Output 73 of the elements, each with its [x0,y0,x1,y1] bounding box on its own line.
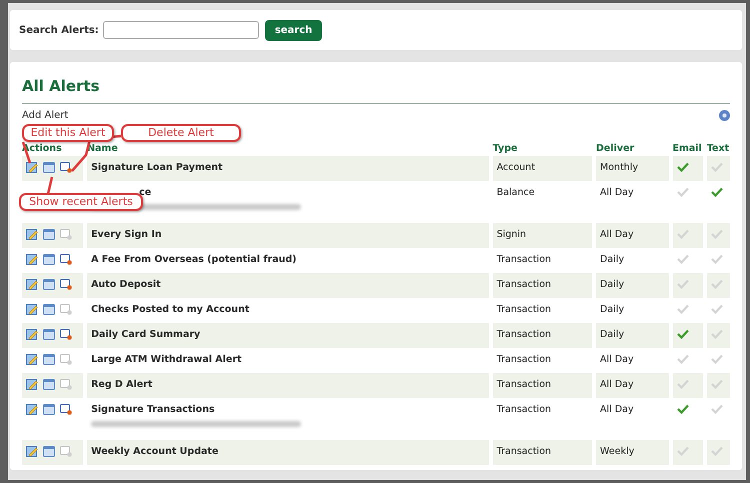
delete-icon[interactable] [60,329,72,340]
alert-name: Large ATM Withdrawal Alert [91,354,242,365]
table-cell: Daily [596,323,668,348]
table-cell-text: Transaction [496,303,552,317]
column-header: Email [672,142,702,154]
column-header: Type [492,142,518,154]
table-cell-text: All Day [599,403,635,417]
window-icon[interactable] [43,404,55,415]
window-icon[interactable] [43,229,55,240]
edit-icon[interactable] [26,279,38,290]
table-cell: Transaction [492,323,592,348]
table-cell-text: Transaction [496,253,552,267]
edit-icon[interactable] [26,254,38,265]
alert-name: Checks Posted to my Account [91,304,250,315]
edit-icon[interactable] [26,229,38,240]
table-cell: Transaction [492,273,592,298]
add-alert-link[interactable]: Add Alert [22,110,68,120]
table-cell: Transaction [492,373,592,398]
edit-icon[interactable] [26,304,38,315]
delete-icon[interactable] [60,162,72,173]
delete-icon[interactable] [60,404,72,415]
edit-icon[interactable] [26,379,38,390]
edit-icon[interactable] [26,329,38,340]
table-cell-text: Balance [496,186,536,200]
table-cell: Account [492,156,592,181]
alert-name: Every Sign In [91,229,162,240]
checkmark-icon[interactable] [676,404,688,414]
alert-name: Auto Deposit [91,279,161,290]
table-cell: All Day [596,223,668,248]
delete-icon[interactable] [60,254,72,265]
table-cell: Monthly [596,156,668,181]
edit-icon[interactable] [26,404,38,415]
table-cell: Transaction [492,440,592,465]
table-cell: Weekly [596,440,668,465]
search-label: Search Alerts: [19,24,99,36]
panel-title: All Alerts [22,76,101,97]
edit-icon[interactable] [26,446,38,457]
table-cell-text: All Day [599,186,635,200]
table-cell-text: All Day [599,353,635,367]
window-icon[interactable] [43,304,55,315]
checkmark-icon[interactable] [676,162,688,172]
table-cell: All Day [596,373,668,398]
callout: Edit this Alert [22,124,114,142]
window-icon[interactable] [43,354,55,365]
checkmark-icon[interactable] [676,329,688,339]
alert-name: Daily Card Summary [91,329,200,340]
alert-name: Signature Transactions [91,404,215,415]
window-icon[interactable] [43,446,55,457]
table-cell-text: Daily [599,253,626,267]
table-cell: Signin [492,223,592,248]
window-icon[interactable] [43,379,55,390]
table-cell-text: Daily [599,303,626,317]
window-icon[interactable] [43,279,55,290]
edit-icon[interactable] [26,162,38,173]
callout: Delete Alert [121,124,241,142]
table-cell: Daily [596,273,668,298]
alert-name: Weekly Account Update [91,446,218,457]
alert-name: Reg D Alert [91,379,152,390]
search-button[interactable]: search [264,20,322,40]
window-icon[interactable] [43,254,55,265]
search-field[interactable] [102,21,259,39]
window-icon[interactable] [43,329,55,340]
table-cell-text: Transaction [496,403,552,417]
alert-name: A Fee From Overseas (potential fraud) [91,254,297,265]
alert-name: Signature Loan Payment [91,162,223,173]
checkmark-icon[interactable] [710,187,723,197]
delete-icon[interactable] [60,279,72,290]
window-icon[interactable] [43,162,55,173]
column-header: Deliver [596,142,634,154]
help-icon[interactable] [719,110,730,120]
edit-icon[interactable] [26,354,38,365]
column-header: Text [706,142,730,154]
table-cell-text: Transaction [496,353,552,367]
